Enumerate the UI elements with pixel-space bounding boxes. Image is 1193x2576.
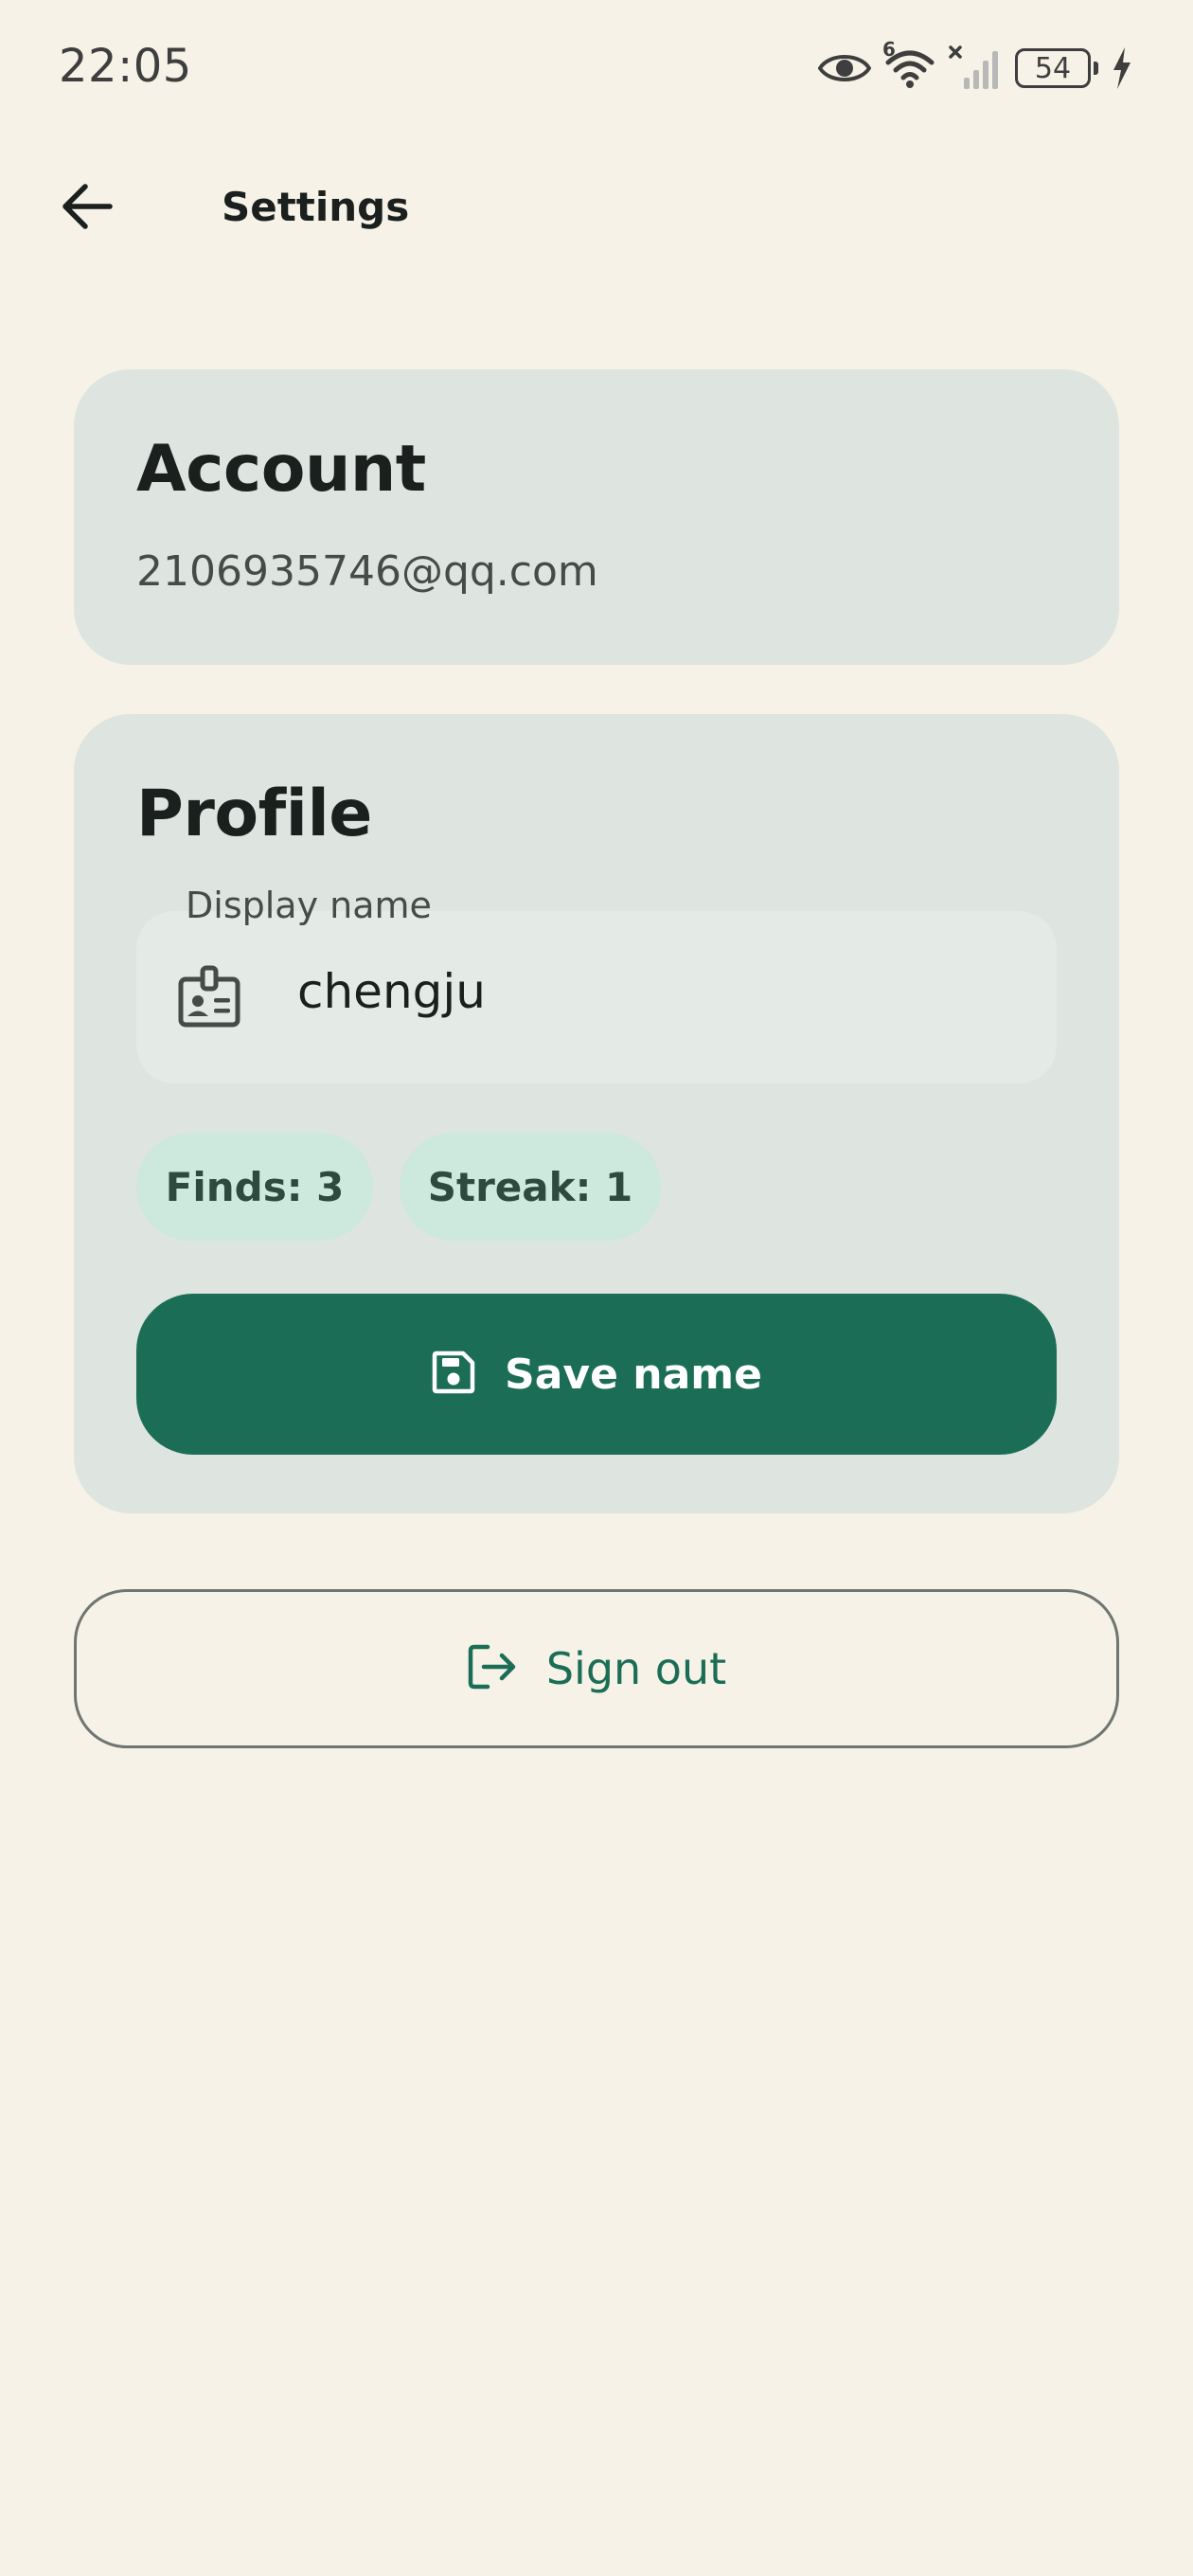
account-email: 2106935746@qq.com <box>136 547 598 596</box>
eye-icon <box>818 49 871 87</box>
top-app-bar: Settings <box>0 152 1193 265</box>
arrow-left-icon <box>59 178 116 239</box>
display-name-field[interactable]: chengju <box>136 911 1057 1083</box>
battery-icon: 54 <box>1015 48 1098 88</box>
account-card: Account 2106935746@qq.com <box>74 369 1119 665</box>
charging-bolt-icon <box>1112 47 1132 89</box>
battery-level: 54 <box>1015 48 1091 88</box>
back-button[interactable] <box>44 165 131 252</box>
status-icons: 6 54 <box>818 38 1132 95</box>
badge-icon <box>176 964 242 1034</box>
display-name-value: chengju <box>297 964 486 1019</box>
signal-icon <box>949 45 1002 91</box>
save-icon <box>431 1350 476 1399</box>
display-name-label: Display name <box>186 885 432 926</box>
finds-chip: Finds: 3 <box>136 1133 373 1241</box>
profile-title: Profile <box>136 777 372 851</box>
save-name-label: Save name <box>505 1350 762 1399</box>
save-name-button[interactable]: Save name <box>136 1294 1057 1455</box>
account-title: Account <box>136 432 426 507</box>
logout-icon <box>467 1643 518 1694</box>
streak-chip: Streak: 1 <box>400 1133 661 1241</box>
sign-out-button[interactable]: Sign out <box>74 1589 1119 1748</box>
wifi-icon: 6 <box>882 38 935 89</box>
page-title: Settings <box>222 184 410 230</box>
status-bar: 22:05 6 54 <box>0 0 1193 142</box>
status-time: 22:05 <box>59 40 192 93</box>
network-type-label: 6 <box>882 38 896 61</box>
profile-card: Profile chengju Display name Finds: 3 St… <box>74 714 1119 1513</box>
battery-cap <box>1094 62 1098 75</box>
sign-out-label: Sign out <box>545 1643 727 1694</box>
